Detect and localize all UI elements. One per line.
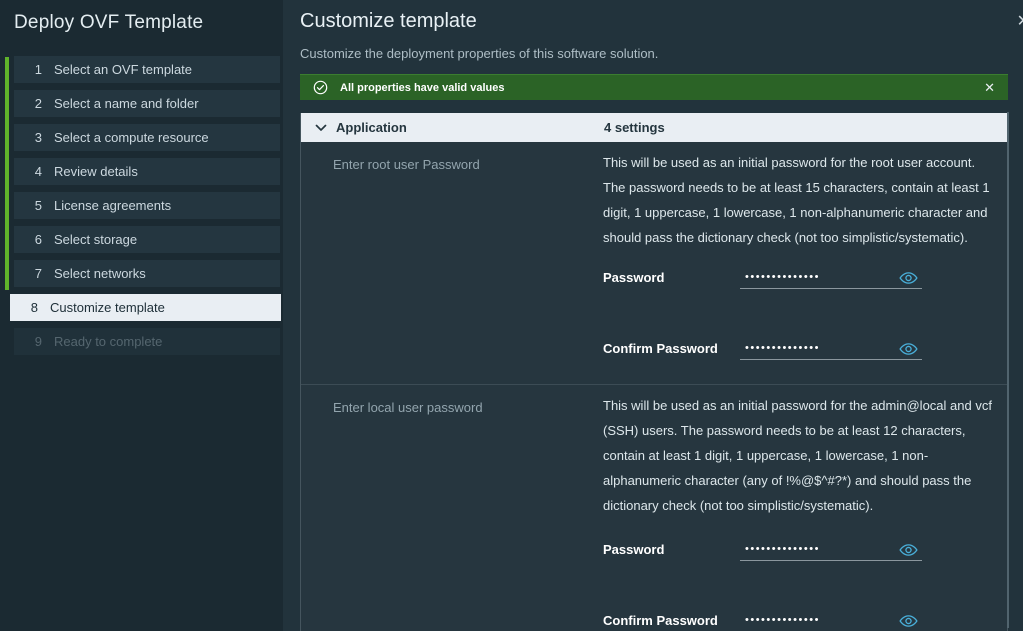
step-label: Select a compute resource xyxy=(54,130,209,145)
wizard-main-panel: Customize template Customize the deploym… xyxy=(283,0,1023,631)
step-number: 1 xyxy=(26,62,42,77)
step-number: 8 xyxy=(22,300,38,315)
page-subtitle: Customize the deployment properties of t… xyxy=(300,46,1023,61)
show-password-eye-icon[interactable] xyxy=(899,543,918,557)
root-password-input[interactable] xyxy=(740,269,922,288)
check-circle-icon xyxy=(313,80,328,95)
vertical-scrollbar[interactable] xyxy=(1007,112,1009,628)
chevron-down-icon[interactable] xyxy=(315,124,327,132)
sidebar-step-select-storage[interactable]: 6 Select storage xyxy=(14,226,280,253)
sidebar-step-select-ovf-template[interactable]: 1 Select an OVF template xyxy=(14,56,280,83)
step-label: Select an OVF template xyxy=(54,62,192,77)
confirm-password-field-row: Confirm Password xyxy=(603,338,993,360)
step-label: License agreements xyxy=(54,198,171,213)
section-header-application[interactable]: Application 4 settings xyxy=(301,113,1007,142)
root-confirm-password-input[interactable] xyxy=(740,340,922,359)
step-label: Select networks xyxy=(54,266,146,281)
step-number: 9 xyxy=(26,334,42,349)
step-label: Customize template xyxy=(50,300,165,315)
field-label: Password xyxy=(603,542,740,561)
sidebar-step-select-compute-resource[interactable]: 3 Select a compute resource xyxy=(14,124,280,151)
banner-close-icon[interactable]: ✕ xyxy=(981,80,998,96)
sidebar-step-license-agreements[interactable]: 5 License agreements xyxy=(14,192,280,219)
show-password-eye-icon[interactable] xyxy=(899,271,918,285)
field-label: Confirm Password xyxy=(603,613,740,631)
sidebar-step-customize-template[interactable]: 8 Customize template xyxy=(10,294,281,321)
section-title: Application xyxy=(336,120,407,135)
step-number: 2 xyxy=(26,96,42,111)
confirm-password-field-row: Confirm Password xyxy=(603,610,993,631)
step-number: 5 xyxy=(26,198,42,213)
banner-message: All properties have valid values xyxy=(340,82,981,94)
step-label: Select a name and folder xyxy=(54,96,199,111)
setting-description: This will be used as an initial password… xyxy=(603,150,993,250)
dialog-title: Deploy OVF Template xyxy=(0,12,283,34)
password-field-row: Password xyxy=(603,267,993,289)
setting-group-root-password: Enter root user Password This will be us… xyxy=(301,142,1007,384)
settings-panel: Application 4 settings Enter root user P… xyxy=(300,113,1008,631)
show-password-eye-icon[interactable] xyxy=(899,342,918,356)
settings-count: 4 settings xyxy=(604,120,665,135)
step-label: Review details xyxy=(54,164,138,179)
local-password-input[interactable] xyxy=(740,541,922,560)
dialog-close-icon[interactable]: ✕ xyxy=(1017,11,1023,31)
validation-banner: All properties have valid values ✕ xyxy=(300,74,1008,100)
sidebar-step-review-details[interactable]: 4 Review details xyxy=(14,158,280,185)
step-label: Select storage xyxy=(54,232,137,247)
step-number: 4 xyxy=(26,164,42,179)
step-number: 7 xyxy=(26,266,42,281)
sidebar-step-select-name-folder[interactable]: 2 Select a name and folder xyxy=(14,90,280,117)
step-number: 3 xyxy=(26,130,42,145)
wizard-sidebar: Deploy OVF Template 1 Select an OVF temp… xyxy=(0,0,283,631)
local-confirm-password-input[interactable] xyxy=(740,612,922,631)
sidebar-step-ready-to-complete: 9 Ready to complete xyxy=(14,328,280,355)
setting-label: Enter local user password xyxy=(333,393,603,631)
setting-label: Enter root user Password xyxy=(333,150,603,360)
password-field-row: Password xyxy=(603,539,993,561)
field-label: Password xyxy=(603,270,740,289)
step-number: 6 xyxy=(26,232,42,247)
sidebar-step-select-networks[interactable]: 7 Select networks xyxy=(14,260,280,287)
progress-indicator xyxy=(5,57,9,290)
setting-description: This will be used as an initial password… xyxy=(603,393,993,518)
wizard-steps: 1 Select an OVF template 2 Select a name… xyxy=(0,56,283,355)
show-password-eye-icon[interactable] xyxy=(899,614,918,628)
page-title: Customize template xyxy=(300,10,1023,33)
field-label: Confirm Password xyxy=(603,341,740,360)
setting-group-local-password: Enter local user password This will be u… xyxy=(301,384,1007,631)
step-label: Ready to complete xyxy=(54,334,162,349)
